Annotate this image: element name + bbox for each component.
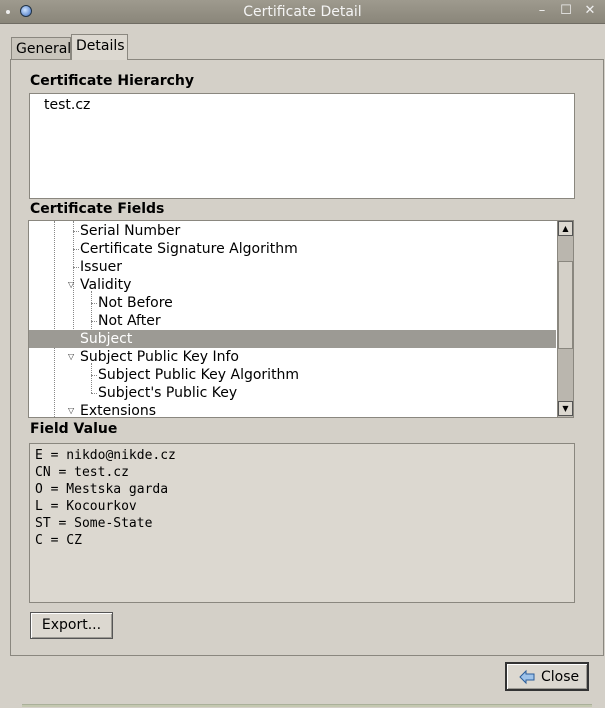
bottom-edge xyxy=(22,704,592,707)
field-value-line: E = nikdo@nikde.cz xyxy=(35,448,176,463)
field-value-line: C = CZ xyxy=(35,533,82,548)
window-title: Certificate Detail xyxy=(243,4,362,20)
tree-row[interactable]: Subject's Public Key xyxy=(29,384,556,402)
tree-row[interactable]: ▽ Extensions xyxy=(29,402,556,417)
field-value-line: L = Kocourkov xyxy=(35,499,137,514)
tree-row-label: Subject xyxy=(80,331,133,347)
hierarchy-item[interactable]: test.cz xyxy=(44,97,90,113)
field-value-line: O = Mestska garda xyxy=(35,482,169,497)
tree-row[interactable]: Not After xyxy=(29,312,556,330)
tree-row[interactable]: Certificate Signature Algorithm xyxy=(29,240,556,258)
hierarchy-heading: Certificate Hierarchy xyxy=(30,73,195,89)
title-bar: Certificate Detail – ☐ ✕ xyxy=(0,0,605,24)
tree-row-label: Subject Public Key Info xyxy=(80,349,239,365)
tree-row[interactable]: Subject Public Key Algorithm xyxy=(29,366,556,384)
tab-details[interactable]: Details xyxy=(71,34,128,60)
close-arrow-icon xyxy=(519,669,535,685)
tree-row-label: Subject's Public Key xyxy=(98,385,238,401)
tree-row[interactable]: ▽ Subject Public Key Info xyxy=(29,348,556,366)
tree-row-label: Not After xyxy=(98,313,161,329)
maximize-icon[interactable]: ☐ xyxy=(559,3,573,18)
scroll-up-icon[interactable]: ▲ xyxy=(558,221,573,236)
tree-row-label: Extensions xyxy=(80,403,157,417)
field-value-line: CN = test.cz xyxy=(35,465,129,480)
fields-tree[interactable]: Serial Number Certificate Signature Algo… xyxy=(29,221,573,417)
tab-general-label: General xyxy=(16,41,72,57)
minimize-icon[interactable]: – xyxy=(535,3,549,18)
hierarchy-tree[interactable]: test.cz xyxy=(29,93,575,199)
tab-general[interactable]: General xyxy=(11,37,71,59)
close-button[interactable]: Close xyxy=(505,662,589,691)
tree-row[interactable]: Serial Number xyxy=(29,222,556,240)
export-button[interactable]: Export... xyxy=(30,612,113,639)
tree-row-label: Certificate Signature Algorithm xyxy=(80,241,298,257)
field-value-line: ST = Some-State xyxy=(35,516,153,531)
tree-row[interactable]: ▽ Validity xyxy=(29,276,556,294)
tree-row[interactable]: Issuer xyxy=(29,258,556,276)
tab-details-label: Details xyxy=(76,38,125,54)
tree-row-label: Issuer xyxy=(80,259,122,275)
tree-row-label: Subject Public Key Algorithm xyxy=(98,367,300,383)
fields-heading: Certificate Fields xyxy=(30,201,165,217)
field-value-text[interactable]: E = nikdo@nikde.cz CN = test.cz O = Mest… xyxy=(29,443,575,603)
expanded-triangle-icon[interactable]: ▽ xyxy=(68,402,74,417)
scroll-down-icon[interactable]: ▼ xyxy=(558,401,573,416)
tree-row-label: Serial Number xyxy=(80,223,181,239)
close-window-icon[interactable]: ✕ xyxy=(583,3,597,18)
expanded-triangle-icon[interactable]: ▽ xyxy=(68,348,74,366)
field-value-heading: Field Value xyxy=(30,421,118,437)
tree-row-label: Not Before xyxy=(98,295,173,311)
tree-row-label: Validity xyxy=(80,277,132,293)
fields-scrollbar[interactable]: ▲ ▼ xyxy=(557,221,573,417)
close-button-label: Close xyxy=(541,669,580,685)
scrollbar-thumb[interactable] xyxy=(558,261,573,349)
tree-row-selected[interactable]: Subject xyxy=(29,330,556,348)
tree-row[interactable]: Not Before xyxy=(29,294,556,312)
expanded-triangle-icon[interactable]: ▽ xyxy=(68,276,74,294)
